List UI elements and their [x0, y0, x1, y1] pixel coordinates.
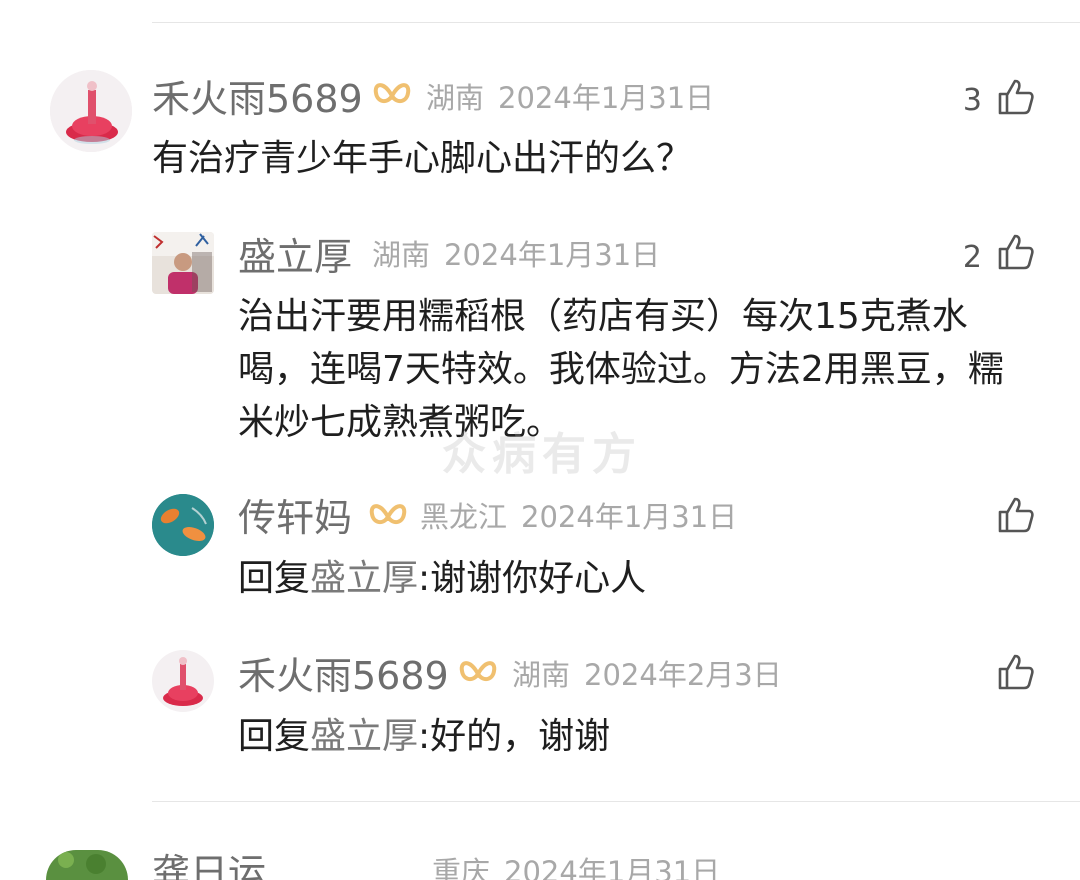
- username[interactable]: 禾火雨5689: [152, 80, 363, 118]
- username[interactable]: 传轩妈: [238, 499, 352, 537]
- avatar-image: [46, 850, 128, 880]
- butterfly-badge-icon: [368, 500, 408, 537]
- avatar-image: [152, 650, 214, 712]
- date: 2024年1月31日: [498, 81, 715, 115]
- meta-row: 重庆 2024年1月31日: [432, 850, 720, 880]
- reply-text: :谢谢你好心人: [418, 558, 647, 599]
- date: 2024年1月31日: [444, 238, 661, 272]
- thumbs-up-icon[interactable]: [996, 78, 1034, 120]
- comment-text: 有治疗青少年手心脚心出汗的么？: [152, 138, 693, 179]
- like-count: 2: [962, 240, 982, 275]
- reply-text: :好的，谢谢: [418, 716, 611, 757]
- comment-text: 回复盛立厚:好的，谢谢: [238, 710, 1018, 763]
- username[interactable]: 禾火雨5689: [238, 657, 449, 695]
- thumbs-up-icon[interactable]: [996, 653, 1034, 695]
- username[interactable]: 龚日运: [152, 854, 266, 880]
- avatar[interactable]: [50, 70, 132, 152]
- avatar[interactable]: [152, 494, 214, 556]
- date: 2024年1月31日: [521, 500, 738, 534]
- avatar-image: [152, 232, 214, 294]
- location: 湖南: [372, 238, 431, 272]
- reply-prefix: 回复: [238, 558, 311, 599]
- location: 湖南: [426, 81, 485, 115]
- comment-meta: 黑龙江 2024年1月31日: [420, 503, 737, 532]
- thumbs-up-icon[interactable]: [996, 233, 1034, 275]
- butterfly-badge-icon: [372, 79, 412, 116]
- watermark: 众病有方: [442, 429, 642, 480]
- butterfly-badge-icon: [458, 657, 498, 694]
- reply-prefix: 回复: [238, 716, 311, 757]
- mention-link[interactable]: 盛立厚: [310, 558, 418, 599]
- avatar[interactable]: [152, 650, 214, 712]
- avatar-image: [152, 494, 214, 556]
- comment-meta: 重庆 2024年1月31日: [432, 858, 720, 880]
- comment-meta: 湖南 2024年2月3日: [512, 661, 782, 690]
- location: 黑龙江: [420, 500, 508, 534]
- avatar[interactable]: [46, 850, 128, 880]
- comment-meta: 湖南 2024年1月31日: [426, 84, 714, 113]
- thumbs-up-icon[interactable]: [996, 496, 1034, 538]
- like-count: 3: [962, 83, 982, 118]
- mention-link[interactable]: 盛立厚: [310, 716, 418, 757]
- comment-divider: [152, 801, 1080, 802]
- username-row: 龚日运: [152, 850, 266, 880]
- avatar[interactable]: [152, 232, 214, 294]
- username[interactable]: 盛立厚: [238, 238, 352, 276]
- top-divider: [152, 22, 1080, 23]
- location: 湖南: [512, 658, 571, 692]
- date: 2024年2月3日: [584, 658, 782, 692]
- comment-text: 回复盛立厚:谢谢你好心人: [238, 552, 1018, 605]
- avatar-image: [50, 70, 132, 152]
- comment-meta: 湖南 2024年1月31日: [372, 241, 660, 270]
